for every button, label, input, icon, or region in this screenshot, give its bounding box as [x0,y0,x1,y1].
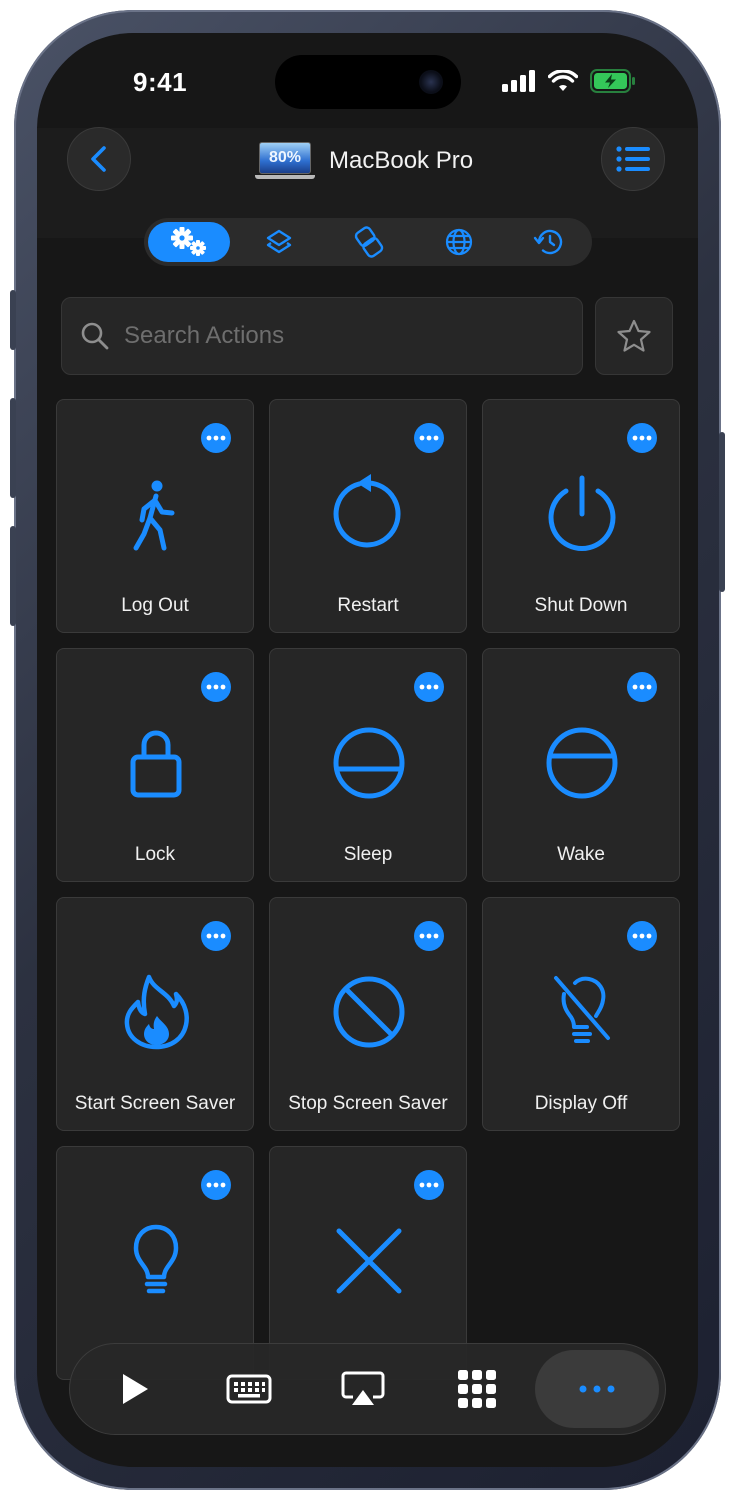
device-battery-label: 80% [259,142,311,174]
prohibited-icon [333,976,405,1048]
action-label: Sleep [343,844,393,865]
ellipsis-icon [632,684,652,690]
power-button [719,432,725,592]
dock-more-button[interactable] [535,1350,659,1428]
volume-up-button [10,398,16,498]
dock-airplay-button[interactable] [308,1344,418,1434]
cellular-signal-icon [502,70,535,92]
action-label: Shut Down [534,595,628,616]
tab-layers[interactable] [238,222,320,262]
grid-icon [458,1370,496,1408]
close-x-icon [336,1228,402,1294]
walking-figure-icon [133,480,175,551]
status-icons [502,69,636,93]
section-tabs [144,218,592,266]
action-label: Restart [337,595,399,616]
volume-down-button [10,526,16,626]
keyboard-icon [226,1374,272,1404]
more-options-button[interactable] [414,423,444,453]
action-tile-display-off[interactable]: Display Off [482,897,680,1131]
more-options-button[interactable] [201,423,231,453]
tab-actions[interactable] [148,222,230,262]
bottom-dock [69,1343,666,1435]
ellipsis-icon [419,1182,439,1188]
action-tile-restart[interactable]: Restart [269,399,467,633]
tab-web[interactable] [418,222,500,262]
star-icon [617,319,651,352]
macbook-thumbnail: 80% [255,142,315,180]
favorites-button[interactable] [595,297,673,375]
search-field[interactable]: Search Actions [61,297,583,375]
tab-shortcuts[interactable] [328,222,410,262]
action-label: Stop Screen Saver [288,1093,448,1114]
gears-icon [171,227,206,256]
action-label: Lock [134,844,176,865]
ellipsis-icon [206,435,226,441]
more-options-button[interactable] [414,921,444,951]
action-tile-stop-screen-saver[interactable]: Stop Screen Saver [269,897,467,1131]
dock-media-button[interactable] [80,1344,190,1434]
search-icon [81,322,109,350]
globe-icon [445,228,473,256]
more-options-button[interactable] [627,672,657,702]
more-icon [579,1385,615,1393]
lock-icon [130,730,182,798]
screen: 9:41 80% MacBook Pro Search Actions Log … [37,33,698,1467]
sleep-icon [333,727,405,799]
action-tile-wake[interactable]: Wake [482,648,680,882]
more-options-button[interactable] [627,423,657,453]
history-icon [533,229,563,255]
action-label: Start Screen Saver [74,1093,236,1114]
airplay-icon [341,1371,385,1405]
more-options-button[interactable] [414,1170,444,1200]
wifi-icon [548,70,578,91]
action-label: Log Out [121,595,189,616]
action-tile-start-screen-saver[interactable]: Start Screen Saver [56,897,254,1131]
ellipsis-icon [419,684,439,690]
action-label: Display Off [534,1093,628,1114]
ellipsis-icon [206,933,226,939]
more-options-button[interactable] [627,921,657,951]
more-options-button[interactable] [201,921,231,951]
action-button [10,290,16,350]
more-options-button[interactable] [201,672,231,702]
status-time: 9:41 [133,67,188,97]
action-tile-sleep[interactable]: Sleep [269,648,467,882]
battery-charging-icon [590,69,635,93]
wake-icon [546,727,618,799]
ellipsis-icon [206,1182,226,1188]
dock-keyboard-button[interactable] [194,1344,304,1434]
lightbulb-icon [133,1224,179,1294]
ellipsis-icon [419,435,439,441]
chevron-left-icon [91,146,106,172]
status-bar: 9:41 [37,33,698,128]
ellipsis-icon [419,933,439,939]
ellipsis-icon [632,435,652,441]
lightbulb-slash-icon [554,976,610,1043]
more-options-button[interactable] [201,1170,231,1200]
shortcuts-icon [354,226,384,258]
list-icon [616,146,650,172]
flame-icon [124,974,189,1050]
back-button[interactable] [67,127,131,191]
action-label: Wake [557,844,605,865]
menu-button[interactable] [601,127,665,191]
action-tile-shut-down[interactable]: Shut Down [482,399,680,633]
restart-icon [333,474,401,548]
more-options-button[interactable] [414,672,444,702]
play-icon [123,1374,148,1404]
device-title: 80% MacBook Pro [255,141,473,181]
page-title: MacBook Pro [329,147,474,174]
tab-history[interactable] [508,222,590,262]
action-tile-log-out[interactable]: Log Out [56,399,254,633]
ellipsis-icon [632,933,652,939]
layers-icon [266,229,292,254]
dynamic-island [275,55,461,109]
camera-icon [419,70,443,94]
search-placeholder: Search Actions [124,322,285,349]
ellipsis-icon [206,684,226,690]
dock-apps-button[interactable] [422,1344,532,1434]
power-icon [548,475,616,551]
action-tile-lock[interactable]: Lock [56,648,254,882]
